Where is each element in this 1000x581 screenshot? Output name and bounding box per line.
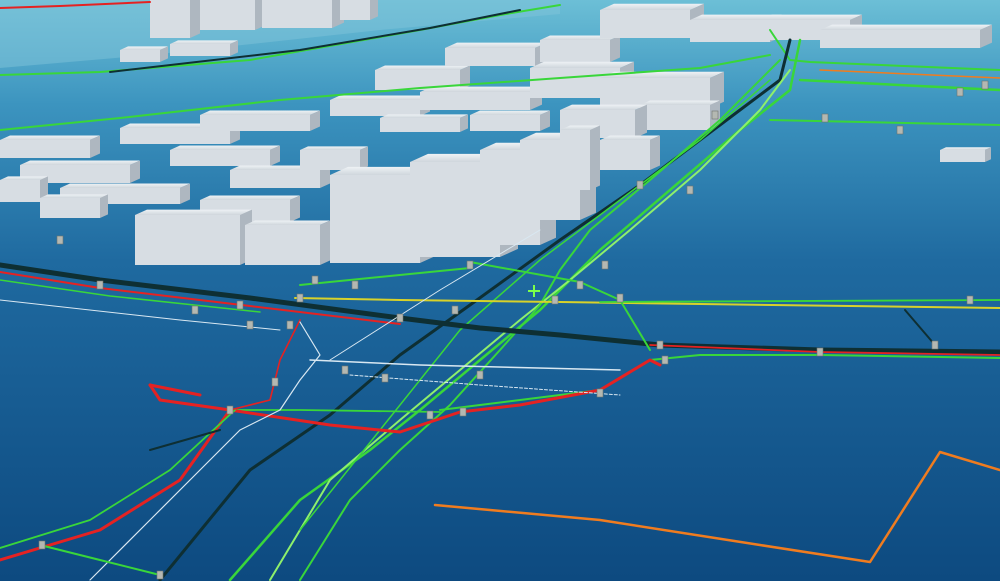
- pipe-junction-icon[interactable]: [576, 280, 584, 290]
- pipe-junction-icon[interactable]: [966, 295, 974, 305]
- pipe-junction-icon[interactable]: [596, 388, 604, 398]
- pipe-junction-icon[interactable]: [296, 293, 304, 303]
- pipe-junction-icon[interactable]: [226, 405, 234, 415]
- pipe-junction-icon[interactable]: [981, 80, 989, 90]
- pipe-junction-icon[interactable]: [286, 320, 294, 330]
- building: [820, 24, 992, 48]
- tower: [200, 0, 267, 30]
- building: [135, 209, 252, 265]
- tower: [340, 0, 378, 20]
- building: [200, 110, 320, 131]
- pipe-junction-icon[interactable]: [459, 407, 467, 417]
- pipe-junction-icon[interactable]: [931, 340, 939, 350]
- pipe-junction-icon[interactable]: [661, 355, 669, 365]
- pipe-junction-icon[interactable]: [956, 87, 964, 97]
- pipe-junction-icon[interactable]: [476, 370, 484, 380]
- building: [40, 194, 108, 218]
- map-viewport[interactable]: [0, 0, 1000, 581]
- pipe-junction-icon[interactable]: [156, 570, 164, 580]
- building: [940, 147, 991, 162]
- pipe-junction-icon[interactable]: [601, 260, 609, 270]
- map-scene[interactable]: [0, 0, 1000, 581]
- building: [600, 3, 704, 38]
- pipe-junction-icon[interactable]: [351, 280, 359, 290]
- pipe-junction-icon[interactable]: [191, 305, 199, 315]
- building: [540, 35, 620, 62]
- building: [640, 100, 720, 130]
- pipe-junction-icon[interactable]: [816, 347, 824, 357]
- building: [120, 46, 168, 62]
- pipe-junction-icon[interactable]: [821, 113, 829, 123]
- pipe-junction-icon[interactable]: [426, 410, 434, 420]
- pipe-junction-icon[interactable]: [711, 110, 719, 120]
- pipe-junction-icon[interactable]: [341, 365, 349, 375]
- building: [170, 40, 238, 56]
- pipe-junction-icon[interactable]: [451, 305, 459, 315]
- pipe-junction-icon[interactable]: [311, 275, 319, 285]
- pipe-junction-icon[interactable]: [246, 320, 254, 330]
- building: [245, 220, 330, 265]
- building: [560, 125, 600, 190]
- pipe-junction-icon[interactable]: [551, 295, 559, 305]
- building: [170, 145, 280, 166]
- building: [300, 146, 368, 170]
- pipe-junction-icon[interactable]: [38, 540, 46, 550]
- building: [470, 110, 550, 131]
- pipe-junction-icon[interactable]: [236, 300, 244, 310]
- pipe-junction-icon[interactable]: [396, 313, 404, 323]
- pipe-junction-icon[interactable]: [96, 280, 104, 290]
- pipe-junction-icon[interactable]: [636, 180, 644, 190]
- building: [330, 95, 430, 116]
- building: [445, 42, 547, 66]
- pipe-junction-icon[interactable]: [686, 185, 694, 195]
- pipe-junction-icon[interactable]: [616, 293, 624, 303]
- tower: [262, 0, 344, 28]
- building: [0, 135, 100, 158]
- building: [600, 135, 660, 170]
- building: [380, 114, 468, 132]
- pipe-junction-icon[interactable]: [466, 260, 474, 270]
- tower: [150, 0, 200, 38]
- pipe-junction-icon[interactable]: [271, 377, 279, 387]
- pipe-junction-icon[interactable]: [896, 125, 904, 135]
- pipe-junction-icon[interactable]: [656, 340, 664, 350]
- building: [420, 86, 542, 110]
- crosshair-icon[interactable]: [528, 285, 540, 297]
- pipe-junction-icon[interactable]: [381, 373, 389, 383]
- pipe-junction-icon[interactable]: [56, 235, 64, 245]
